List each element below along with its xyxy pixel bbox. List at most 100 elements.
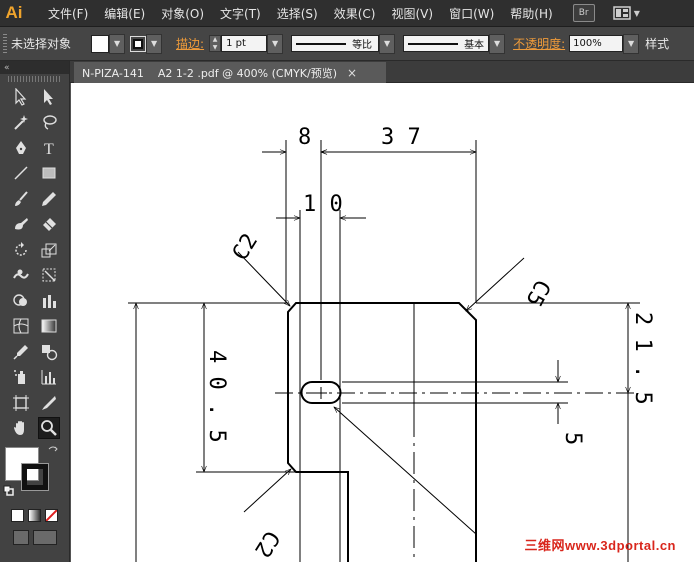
screen-mode-button[interactable]: [32, 529, 57, 545]
stroke-weight-field[interactable]: 1 pt: [221, 35, 268, 52]
bar-graph-icon: [41, 370, 56, 385]
control-bar: 未选择对象 ▼ ▼ 描边: ▲ ▼ 1 pt ▼ 等比 ▼ 基本 ▼ 不透明度: …: [0, 27, 694, 61]
lasso-tool[interactable]: [38, 111, 60, 133]
menu-select[interactable]: 选择(S): [269, 5, 326, 22]
opacity-field[interactable]: 100%: [569, 35, 624, 52]
tools-panel-header[interactable]: «: [0, 61, 69, 74]
dim-label-10: 1 0: [303, 192, 343, 217]
stroke-dropdown[interactable]: ▼: [146, 33, 163, 54]
menu-effect[interactable]: 效果(C): [326, 5, 384, 22]
column-graph-tool[interactable]: [38, 290, 60, 312]
document-tab[interactable]: N-PIZA-141 A2 1-2 .pdf @ 400% (CMYK/预览) …: [74, 62, 386, 83]
blob-brush-icon: [14, 218, 28, 230]
menu-edit[interactable]: 编辑(E): [96, 5, 153, 22]
pen-tool[interactable]: [10, 137, 32, 159]
artboard-icon: [12, 394, 29, 411]
stroke-label[interactable]: 描边:: [176, 35, 204, 52]
slice-tool[interactable]: [38, 392, 60, 414]
stroke-color-box[interactable]: [21, 463, 49, 491]
blob-brush-tool[interactable]: [10, 213, 32, 235]
rotate-tool[interactable]: [10, 239, 32, 261]
graph-bar-tool[interactable]: [38, 366, 60, 388]
tools-panel-grip[interactable]: [8, 76, 61, 82]
hand-tool[interactable]: [10, 417, 32, 439]
draw-normal-button[interactable]: [12, 529, 29, 545]
warp-icon: [12, 269, 29, 279]
opacity-label[interactable]: 不透明度:: [513, 35, 565, 52]
brush-definition[interactable]: 基本: [403, 35, 490, 52]
profile-dropdown[interactable]: ▼: [379, 33, 396, 54]
mesh-tool[interactable]: [10, 315, 32, 337]
gradient-mode-button[interactable]: [28, 508, 41, 522]
rotate-icon: [14, 241, 27, 256]
warp-tool[interactable]: [10, 264, 32, 286]
eraser-tool[interactable]: [38, 213, 60, 235]
brush-label: 基本: [464, 40, 485, 51]
document-canvas[interactable]: 8 3 7 1 0 C2 C5 4 0 . 5 2 1 . 5 5 C2 三维网…: [71, 83, 694, 562]
style-label[interactable]: 样式: [645, 35, 669, 52]
dim-label-40-5: 4 0 . 5: [204, 350, 229, 443]
line-segment-tool[interactable]: [10, 162, 32, 184]
column-graph-icon: [42, 294, 56, 308]
eyedropper-tool[interactable]: [10, 341, 32, 363]
free-transform-icon: [42, 268, 55, 282]
scale-icon: [41, 243, 56, 258]
pencil-tool[interactable]: [38, 188, 60, 210]
brush-dropdown[interactable]: ▼: [489, 33, 506, 54]
rectangle-tool[interactable]: [38, 162, 60, 184]
brush-stroke-icon: [408, 42, 459, 45]
part-outline: [287, 302, 477, 562]
zoom-tool[interactable]: [37, 417, 60, 440]
menu-window[interactable]: 窗口(W): [441, 5, 502, 22]
tools-panel: « T: [0, 61, 70, 562]
stroke-swatch-inner: [133, 38, 144, 49]
direct-selection-arrow-icon: [43, 88, 53, 105]
stroke-weight-dropdown[interactable]: ▼: [267, 33, 284, 54]
eyedropper-icon: [12, 344, 28, 360]
selection-tool[interactable]: [10, 86, 32, 108]
shape-builder-tool[interactable]: [10, 290, 32, 312]
stroke-weight-stepper[interactable]: ▲ ▼: [209, 35, 222, 52]
artboard-tool[interactable]: [10, 392, 32, 414]
stroke-swatch[interactable]: [130, 35, 147, 52]
symbol-sprayer-tool[interactable]: [10, 366, 32, 388]
gradient-tool[interactable]: [38, 315, 60, 337]
menu-help[interactable]: 帮助(H): [502, 5, 560, 22]
type-tool[interactable]: T: [38, 137, 60, 159]
free-transform-tool[interactable]: [38, 264, 60, 286]
menu-file[interactable]: 文件(F): [40, 5, 96, 22]
dim-label-5: 5: [560, 432, 585, 445]
menu-object[interactable]: 对象(O): [153, 5, 212, 22]
gradient-icon: [41, 319, 56, 333]
color-mode-button[interactable]: [11, 508, 24, 522]
paintbrush-tool[interactable]: [10, 188, 32, 210]
menu-type[interactable]: 文字(T): [212, 5, 269, 22]
menu-view[interactable]: 视图(V): [383, 5, 441, 22]
opacity-dropdown[interactable]: ▼: [623, 33, 640, 54]
dim-label-c2-bottom: C2: [249, 526, 284, 562]
bridge-button[interactable]: Br: [572, 4, 595, 22]
scale-tool[interactable]: [38, 239, 60, 261]
opacity-value: 100%: [573, 38, 602, 49]
pen-icon: [15, 140, 26, 154]
default-colors-icon[interactable]: [3, 485, 15, 497]
direct-selection-tool[interactable]: [38, 86, 60, 108]
none-slash-icon: [46, 509, 57, 521]
stroke-weight-value: 1 pt: [226, 38, 246, 49]
blend-tool[interactable]: [38, 341, 60, 363]
type-t-icon: T: [44, 141, 54, 157]
fill-swatch[interactable]: [91, 34, 110, 53]
swap-arrow-icon[interactable]: [48, 445, 58, 455]
fill-dropdown[interactable]: ▼: [109, 33, 126, 54]
shape-builder-icon: [12, 294, 27, 306]
variable-width-profile[interactable]: 等比: [291, 35, 380, 52]
collapse-icon[interactable]: «: [4, 63, 10, 73]
line-segment-icon: [13, 166, 28, 180]
fill-stroke-widget[interactable]: [0, 445, 69, 505]
technical-drawing: 8 3 7 1 0 C2 C5 4 0 . 5 2 1 . 5 5 C2: [128, 125, 655, 562]
magic-wand-tool[interactable]: [10, 111, 32, 133]
panel-grip[interactable]: [3, 33, 7, 54]
workspace-switcher[interactable]: ▼: [612, 6, 640, 20]
close-icon[interactable]: ×: [347, 66, 357, 80]
none-mode-button[interactable]: [45, 508, 58, 522]
